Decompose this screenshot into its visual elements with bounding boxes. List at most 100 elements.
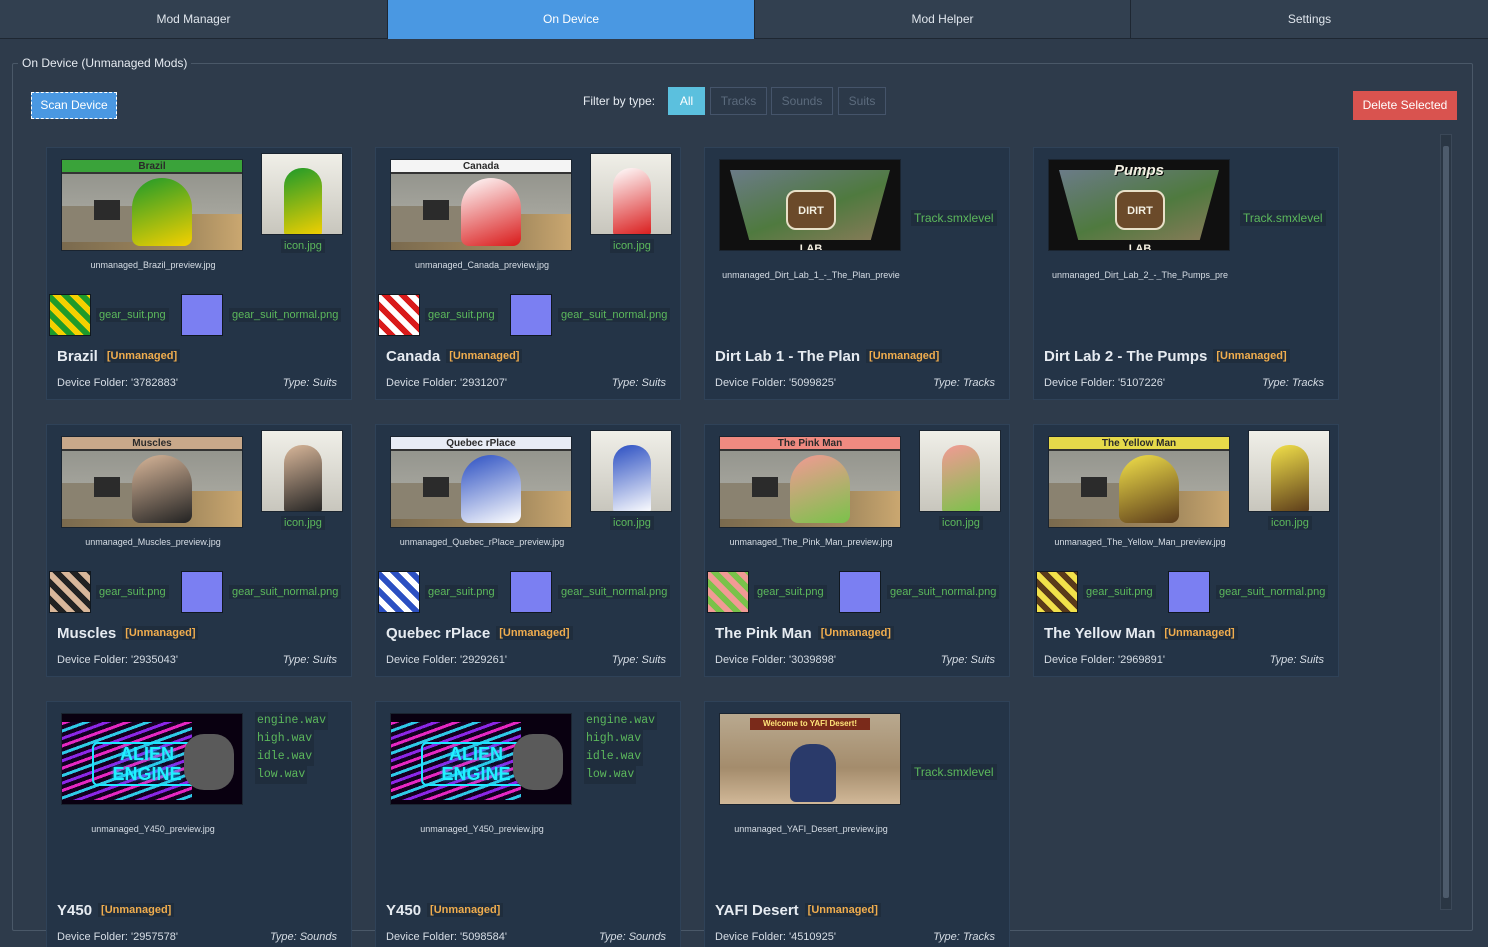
icon-image (590, 430, 672, 512)
room-box (423, 200, 449, 220)
gear-normal-thumb (181, 571, 223, 613)
mod-type: Type: Tracks (933, 377, 995, 389)
gear-suit-thumb (49, 571, 91, 613)
mod-card[interactable]: DIRT LAB unmanaged_Dirt_Lab_1_-_The_Plan_… (704, 147, 1010, 400)
suit-figure (132, 455, 192, 523)
room-box (1081, 477, 1107, 497)
sound-filename: low.wav (584, 766, 637, 784)
preview-filename: unmanaged_The_Yellow_Man_preview.jpg (1054, 537, 1226, 547)
mod-type: Type: Suits (282, 654, 337, 666)
device-folder: Device Folder: '4510925' (715, 931, 836, 943)
icon-figure (1271, 445, 1309, 511)
preview-image: DIRT LAB (719, 159, 901, 251)
mod-title: Y450 [Unmanaged] (386, 902, 504, 919)
mod-type: Type: Tracks (933, 931, 995, 943)
mod-card[interactable]: Quebec rPlace unmanaged_Quebec_rPlace_pre… (375, 424, 681, 677)
preview-banner: Canada (391, 160, 571, 174)
gear-suit-thumb (1036, 571, 1078, 613)
mod-name: Y450 (57, 902, 93, 919)
tab-on-device[interactable]: On Device (388, 0, 755, 39)
scrollbar-thumb[interactable] (1443, 146, 1449, 898)
mod-card[interactable]: The Pink Man unmanaged_The_Pink_Man_previ… (704, 424, 1010, 677)
mod-card[interactable]: Welcome to YAFI Desert! unmanaged_YAFI_De… (704, 701, 1010, 947)
unmanaged-badge: [Unmanaged] (122, 626, 199, 640)
mod-name: Y450 (386, 902, 422, 919)
device-folder: Device Folder: '3782883' (57, 377, 178, 389)
device-folder: Device Folder: '3039898' (715, 654, 836, 666)
suit-figure (461, 178, 521, 246)
icon-figure (284, 168, 322, 234)
tab-settings[interactable]: Settings (1131, 0, 1488, 39)
tab-mod-manager[interactable]: Mod Manager (0, 0, 388, 39)
tab-mod-helper[interactable]: Mod Helper (755, 0, 1131, 39)
gear-suit-filename: gear_suit.png (425, 308, 498, 322)
suit-figure (461, 455, 521, 523)
welcome-banner: Welcome to YAFI Desert! (750, 718, 870, 730)
mod-name: Dirt Lab 2 - The Pumps (1044, 348, 1208, 365)
preview-filename: unmanaged_Brazil_preview.jpg (90, 260, 216, 270)
gear-normal-thumb (181, 294, 223, 336)
unmanaged-badge: [Unmanaged] (496, 626, 573, 640)
device-folder: Device Folder: '2957578' (57, 931, 178, 943)
gear-suit-thumb (49, 294, 91, 336)
preview-image: ALIEN ENGINE (61, 713, 243, 805)
icon-image (1248, 430, 1330, 512)
preview-filename: unmanaged_Dirt_Lab_2_-_The_Pumps_pre (1051, 270, 1229, 280)
preview-banner: The Pink Man (720, 437, 900, 451)
preview-image: ALIEN ENGINE (390, 713, 572, 805)
mod-card[interactable]: Brazil unmanaged_Brazil_preview.jpg icon.j… (46, 147, 352, 400)
preview-banner: The Yellow Man (1049, 437, 1229, 451)
mod-card[interactable]: ALIEN ENGINE unmanaged_Y450_preview.jpg en… (46, 701, 352, 947)
gear-normal-filename: gear_suit_normal.png (1216, 585, 1329, 599)
device-folder: Device Folder: '2931207' (386, 377, 507, 389)
icon-figure (284, 445, 322, 511)
gear-suit-thumb (707, 571, 749, 613)
room-box (752, 477, 778, 497)
device-folder: Device Folder: '2929261' (386, 654, 507, 666)
mod-title: Dirt Lab 1 - The Plan [Unmanaged] (715, 348, 943, 365)
mod-title: Dirt Lab 2 - The Pumps [Unmanaged] (1044, 348, 1290, 365)
mod-card[interactable]: DIRT LAB Pumps unmanaged_Dirt_Lab_2_-_The_… (1033, 147, 1339, 400)
sound-filename: idle.wav (255, 748, 315, 766)
scan-device-button[interactable]: Scan Device (31, 92, 117, 119)
sound-filename: high.wav (255, 730, 315, 748)
device-folder: Device Folder: '5107226' (1044, 377, 1165, 389)
filter-suits-button[interactable]: Suits (838, 87, 886, 115)
device-folder: Device Folder: '2969891' (1044, 654, 1165, 666)
preview-filename: unmanaged_The_Pink_Man_preview.jpg (729, 537, 893, 547)
mod-title: The Yellow Man [Unmanaged] (1044, 625, 1238, 642)
unmanaged-badge: [Unmanaged] (804, 903, 881, 917)
preview-filename: unmanaged_Quebec_rPlace_preview.jpg (399, 537, 565, 547)
preview-banner: Brazil (62, 160, 242, 174)
mod-type: Type: Sounds (598, 931, 666, 943)
icon-image (919, 430, 1001, 512)
icon-filename: icon.jpg (610, 239, 654, 253)
mod-card[interactable]: ALIEN ENGINE unmanaged_Y450_preview.jpg en… (375, 701, 681, 947)
gear-normal-thumb (510, 294, 552, 336)
level-filename: Track.smxlevel (911, 210, 997, 226)
filter-all-button[interactable]: All (668, 87, 705, 115)
preview-image: Canada (390, 159, 572, 251)
filter-tracks-button[interactable]: Tracks (710, 87, 767, 115)
delete-selected-button[interactable]: Delete Selected (1353, 91, 1457, 120)
mod-card[interactable]: Muscles unmanaged_Muscles_preview.jpg icon… (46, 424, 352, 677)
device-folder: Device Folder: '5098584' (386, 931, 507, 943)
gear-suit-filename: gear_suit.png (96, 308, 169, 322)
filter-sounds-button[interactable]: Sounds (771, 87, 833, 115)
unmanaged-badge: [Unmanaged] (1161, 626, 1238, 640)
mod-type: Type: Suits (940, 654, 995, 666)
preview-filename: unmanaged_Y450_preview.jpg (91, 824, 215, 834)
gear-normal-thumb (510, 571, 552, 613)
mod-title: Canada [Unmanaged] (386, 348, 523, 365)
mod-name: Brazil (57, 348, 98, 365)
room-box (94, 200, 120, 220)
preview-image: Muscles (61, 436, 243, 528)
room-box (423, 477, 449, 497)
mod-type: Type: Suits (282, 377, 337, 389)
mod-card[interactable]: Canada unmanaged_Canada_preview.jpg icon.j… (375, 147, 681, 400)
mod-name: Muscles (57, 625, 117, 642)
gear-suit-thumb (378, 571, 420, 613)
mod-card[interactable]: The Yellow Man unmanaged_The_Yellow_Man_p… (1033, 424, 1339, 677)
gear-normal-filename: gear_suit_normal.png (229, 585, 342, 599)
unmanaged-badge: [Unmanaged] (866, 349, 943, 363)
